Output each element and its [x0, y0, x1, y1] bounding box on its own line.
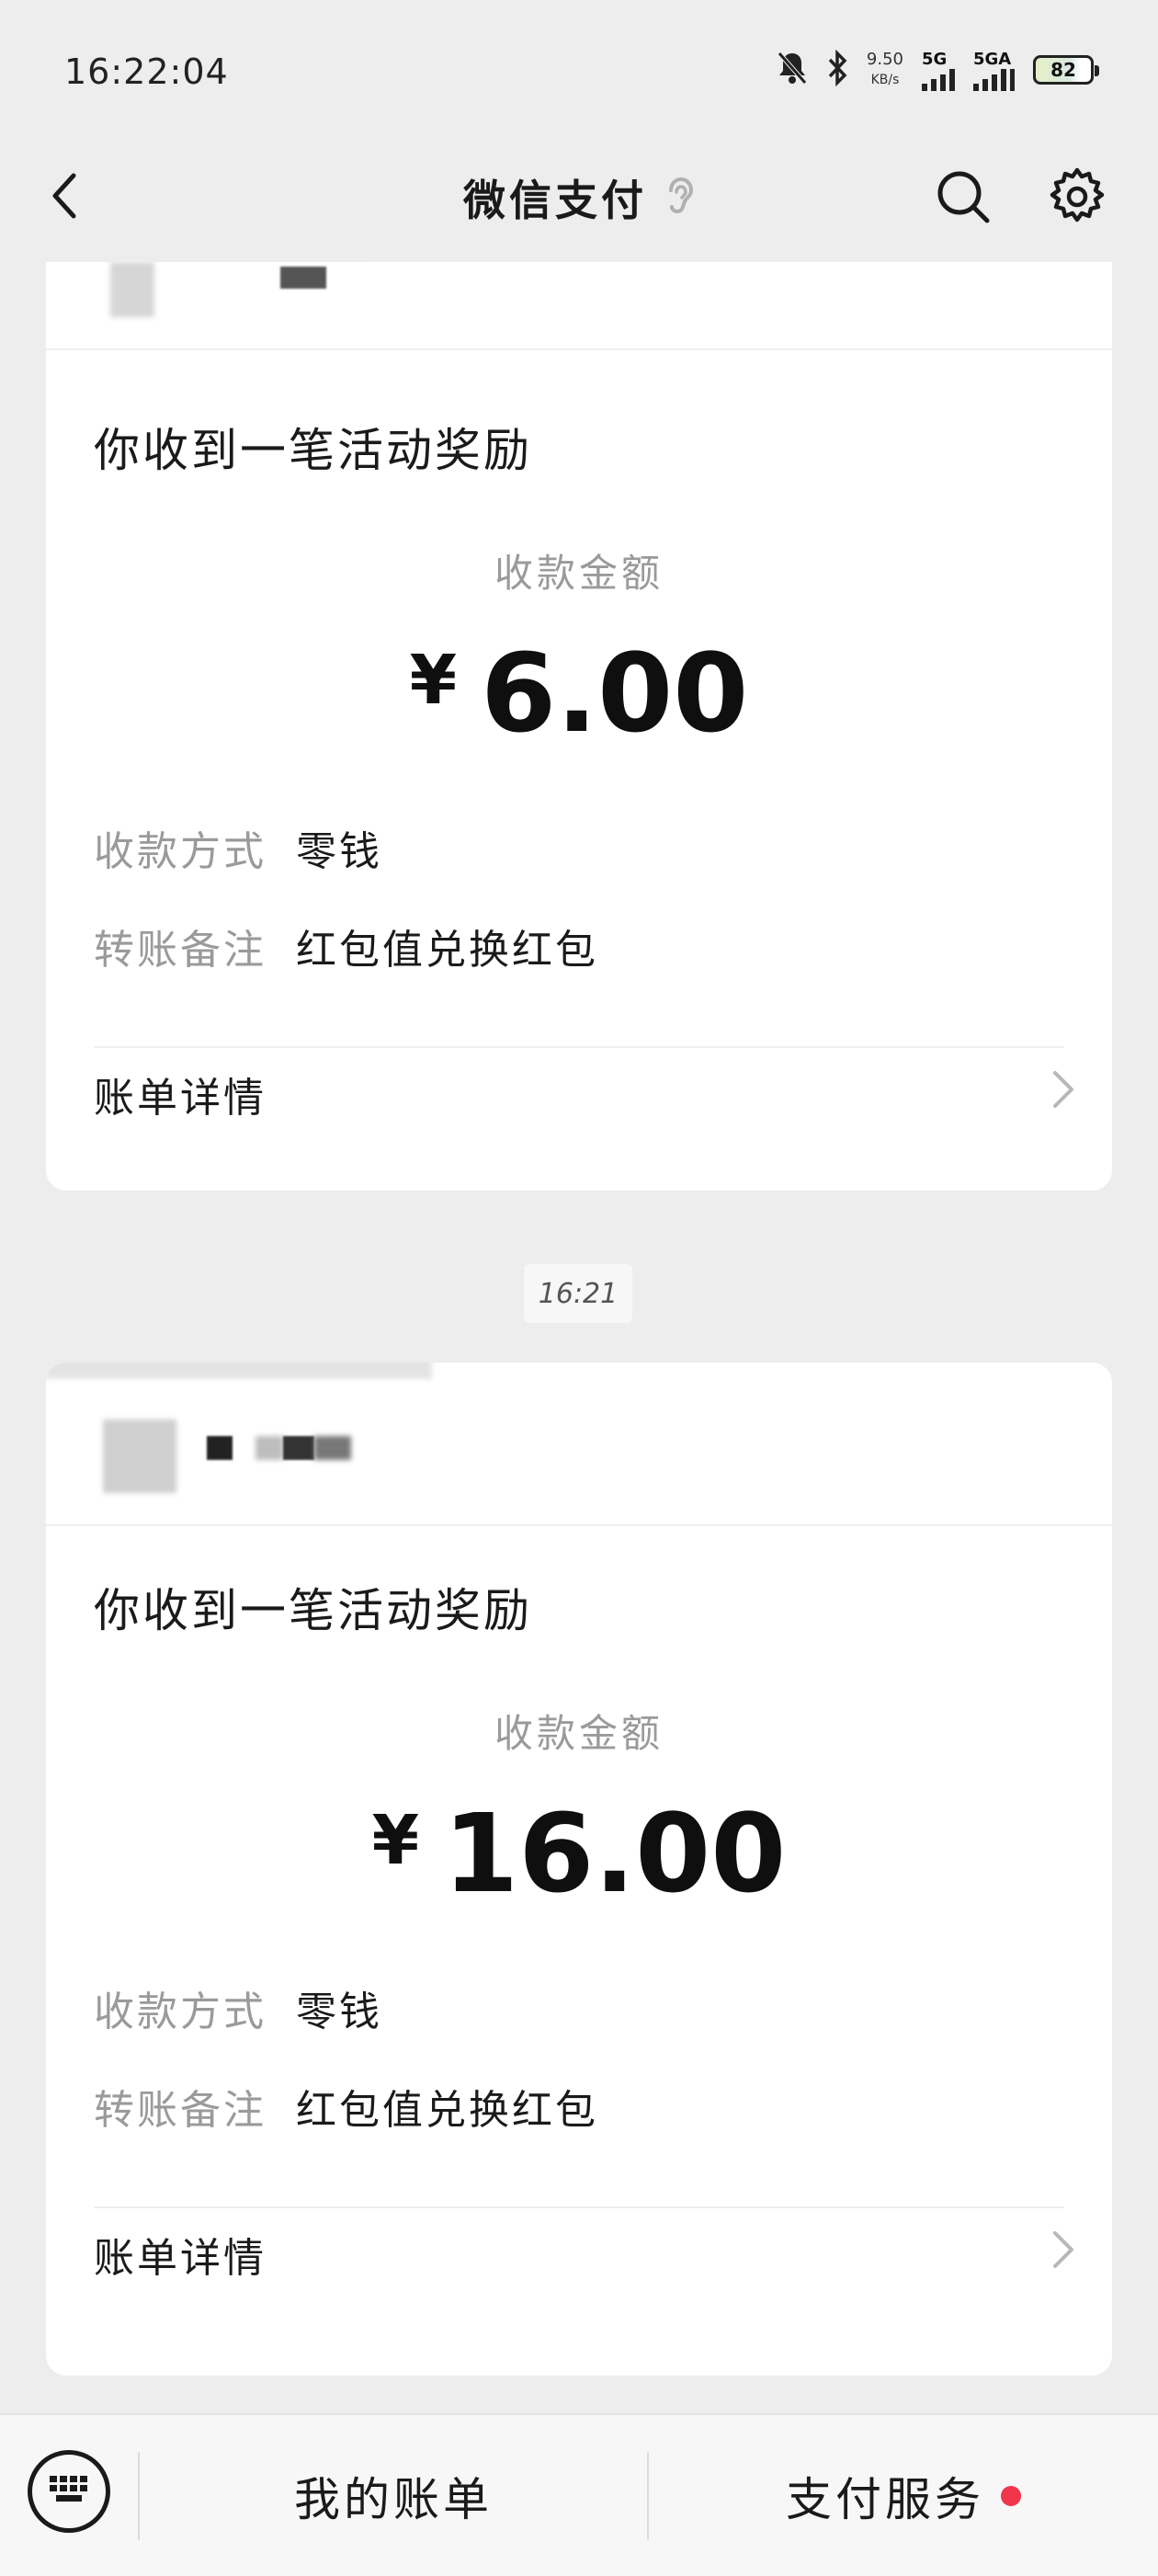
gear-icon	[1047, 166, 1107, 231]
settings-button[interactable]	[1042, 164, 1112, 234]
bill-details-link[interactable]: 账单详情	[94, 2208, 1075, 2300]
transfer-note-label: 转账备注	[94, 2087, 267, 2134]
network-speed-unit: KB/s	[870, 73, 900, 87]
keyboard-icon	[47, 2473, 91, 2510]
blurred-avatar	[110, 262, 154, 317]
transfer-note-value: 红包值兑换红包	[296, 927, 598, 974]
amount-value: ¥16.00	[46, 1790, 1112, 1917]
search-icon	[935, 168, 992, 229]
blurred-sender-banner	[46, 1362, 432, 1379]
blurred-sender-mark	[207, 1436, 233, 1460]
payment-card[interactable]: 你收到一笔活动奖励 收款金额 ¥16.00 收款方式 零钱 转账备注 红包值兑换红包…	[46, 1362, 1112, 2376]
payment-card[interactable]: 你收到一笔活动奖励 收款金额 ¥6.00 收款方式 零钱 转账备注 红包值兑换红包 …	[46, 262, 1112, 1191]
notification-dot	[1001, 2485, 1021, 2506]
payment-method-row: 收款方式 零钱	[94, 1978, 382, 2037]
payment-method-row: 收款方式 零钱	[94, 818, 382, 877]
payment-method-label: 收款方式	[94, 828, 267, 875]
payment-services-tab[interactable]: 支付服务	[649, 2415, 1158, 2576]
blurred-sender-mark	[283, 1436, 314, 1460]
card-title: 你收到一笔活动奖励	[94, 1584, 532, 1637]
signal-5g-label: 5G	[922, 49, 948, 69]
message-feed[interactable]: 你收到一笔活动奖励 收款金额 ¥6.00 收款方式 零钱 转账备注 红包值兑换红包 …	[0, 262, 1158, 2413]
card-sender-header	[46, 1362, 1112, 1526]
blurred-sender-mark	[314, 1436, 351, 1460]
signal-bars-icon	[922, 68, 955, 91]
card-sender-header	[46, 262, 1112, 350]
blurred-sender-mark	[255, 1436, 283, 1460]
ear-icon[interactable]	[662, 174, 695, 222]
chevron-right-icon	[1050, 2229, 1075, 2280]
payment-method-value: 零钱	[296, 1989, 382, 2035]
battery-level: 82	[1050, 59, 1076, 81]
signal-bars-icon	[973, 68, 1015, 91]
network-speed: 9.50 KB/s	[867, 50, 903, 90]
blurred-avatar	[103, 1419, 176, 1493]
bill-details-link[interactable]: 账单详情	[94, 1048, 1075, 1140]
status-icons: 9.50 KB/s 5G 5GA 82	[777, 44, 1099, 96]
bottom-menu-bar: 我的账单 支付服务	[0, 2413, 1158, 2576]
my-bills-tab[interactable]: 我的账单	[140, 2415, 647, 2576]
amount-label: 收款金额	[494, 551, 664, 596]
transfer-note-label: 转账备注	[94, 927, 267, 974]
signal-5ga-label: 5GA	[973, 49, 1012, 69]
transfer-note-row: 转账备注 红包值兑换红包	[94, 917, 598, 975]
signal-5g: 5G	[922, 50, 955, 91]
my-bills-label: 我的账单	[294, 2472, 493, 2526]
amount-label: 收款金额	[494, 1711, 664, 1756]
transfer-note-value: 红包值兑换红包	[296, 2087, 598, 2134]
payment-method-value: 零钱	[296, 828, 382, 875]
bluetooth-icon	[826, 49, 848, 90]
status-bar: 16:22:04 9.50 KB/s 5G 5GA 82	[0, 0, 1158, 138]
signal-5ga: 5GA	[973, 50, 1015, 91]
currency-symbol: ¥	[371, 1801, 420, 1880]
chevron-right-icon	[1050, 1069, 1075, 1120]
currency-symbol: ¥	[409, 641, 458, 720]
bill-details-label: 账单详情	[94, 1075, 267, 1122]
payment-services-label: 支付服务	[786, 2472, 984, 2526]
bill-details-label: 账单详情	[94, 2235, 267, 2282]
amount-value: ¥6.00	[46, 630, 1112, 757]
message-timestamp: 16:21	[524, 1264, 632, 1323]
page-title: 微信支付	[463, 176, 647, 225]
card-title: 你收到一笔活动奖励	[94, 424, 532, 477]
keyboard-toggle-button[interactable]	[28, 2450, 110, 2533]
transfer-note-row: 转账备注 红包值兑换红包	[94, 2077, 598, 2136]
network-speed-value: 9.50	[866, 50, 903, 69]
amount-number: 6.00	[481, 630, 749, 757]
blurred-sender-detail	[280, 267, 326, 289]
amount-number: 16.00	[443, 1790, 787, 1917]
nav-bar: 微信支付	[0, 138, 1158, 262]
battery-icon: 82	[1033, 55, 1099, 85]
payment-method-label: 收款方式	[94, 1989, 267, 2035]
status-time: 16:22:04	[64, 51, 229, 92]
search-button[interactable]	[928, 164, 998, 234]
bell-off-icon	[777, 50, 808, 90]
